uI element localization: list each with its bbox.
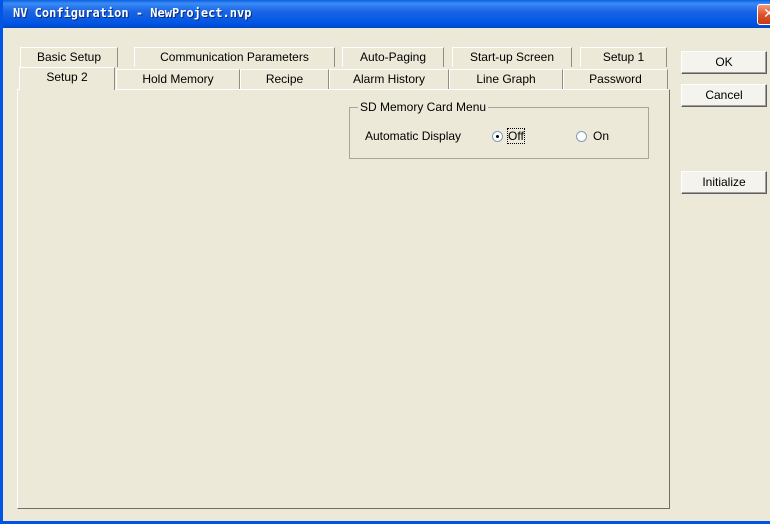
- radio-on[interactable]: [576, 131, 587, 142]
- tab-auto-paging[interactable]: Auto-Paging: [342, 47, 444, 67]
- tab-basic-setup[interactable]: Basic Setup: [20, 47, 118, 67]
- close-icon[interactable]: ✕: [757, 4, 770, 25]
- tab-recipe[interactable]: Recipe: [240, 69, 329, 89]
- sd-memory-card-menu-group: SD Memory Card Menu Automatic Display Of…: [349, 100, 649, 159]
- tab-alarm-history[interactable]: Alarm History: [329, 69, 449, 89]
- tab-hold-memory[interactable]: Hold Memory: [116, 69, 240, 89]
- tab-setup-2[interactable]: Setup 2: [19, 67, 115, 90]
- radio-on-label[interactable]: On: [593, 129, 609, 143]
- title-bar[interactable]: NV Configuration - NewProject.nvp ✕: [3, 0, 770, 28]
- nv-configuration-dialog: NV Configuration - NewProject.nvp ✕ Basi…: [0, 0, 770, 524]
- ok-button[interactable]: OK: [681, 51, 767, 74]
- automatic-display-label: Automatic Display: [365, 129, 462, 143]
- tab-password[interactable]: Password: [563, 69, 668, 89]
- tab-setup-1[interactable]: Setup 1: [580, 47, 667, 67]
- radio-off[interactable]: [492, 131, 503, 142]
- setup-2-panel: SD Memory Card Menu Automatic Display Of…: [17, 89, 670, 509]
- tab-communication-parameters[interactable]: Communication Parameters: [134, 47, 335, 67]
- group-legend: SD Memory Card Menu: [358, 100, 489, 114]
- window-title: NV Configuration - NewProject.nvp: [13, 6, 252, 20]
- tab-start-up-screen[interactable]: Start-up Screen: [452, 47, 572, 67]
- tab-line-graph[interactable]: Line Graph: [449, 69, 563, 89]
- radio-off-label[interactable]: Off: [507, 128, 525, 144]
- initialize-button[interactable]: Initialize: [681, 171, 767, 194]
- cancel-button[interactable]: Cancel: [681, 84, 767, 107]
